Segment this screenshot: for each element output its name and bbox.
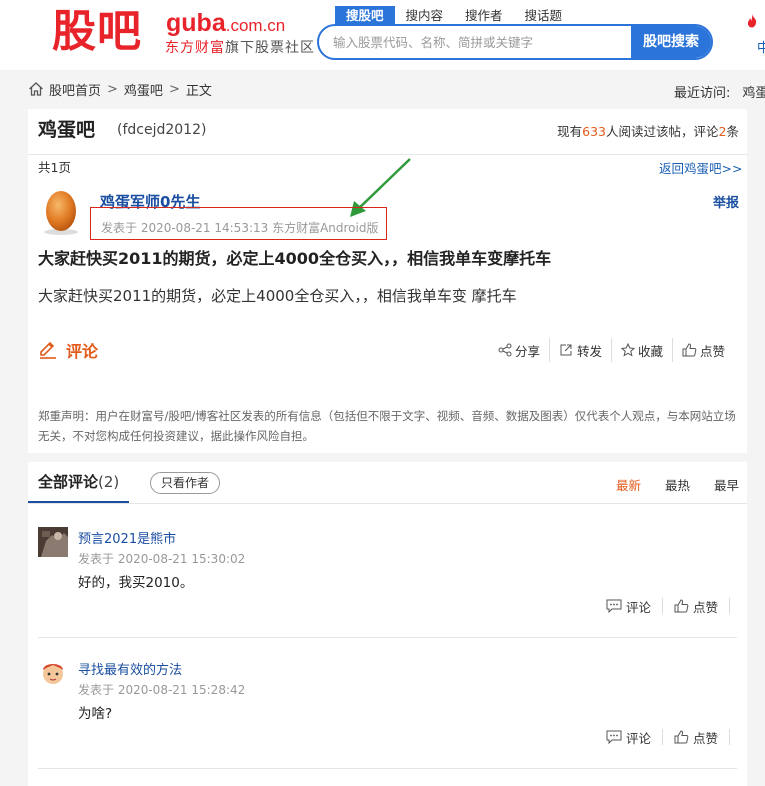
post-stats: 现有633人阅读过该帖，评论2条 [557, 124, 739, 139]
comment-separator [38, 637, 737, 638]
fire-icon[interactable] [746, 14, 758, 32]
pencil-icon [40, 341, 56, 359]
commenter-name[interactable]: 寻找最有效的方法 [78, 659, 182, 678]
reply-button[interactable]: 评论 [595, 729, 664, 746]
sort-latest[interactable]: 最新 [616, 475, 641, 494]
recent-visits: 最近访问: 鸡蛋 [674, 82, 765, 101]
tab-search-topic[interactable]: 搜话题 [514, 6, 574, 25]
comment-separator [38, 768, 737, 769]
author-avatar[interactable] [41, 187, 81, 235]
search-input[interactable] [333, 26, 628, 58]
tab-search-content[interactable]: 搜内容 [395, 6, 455, 25]
logo-subtitle: 东方财富旗下股票社区 [165, 40, 315, 56]
comment-actions: 评论 点赞 [595, 598, 731, 615]
breadcrumb: 股吧首页 > 鸡蛋吧 > 正文 [28, 80, 212, 99]
read-count: 633 [582, 124, 607, 139]
search-box: 股吧搜索 [317, 24, 713, 60]
post-card: 鸡蛋吧 (fdcejd2012) 现有633人阅读过该帖，评论2条 共1页 返回… [28, 109, 747, 453]
forward-button[interactable]: 转发 [550, 338, 613, 362]
breadcrumb-separator: > [107, 81, 118, 97]
commenter-avatar[interactable] [38, 527, 68, 557]
thumbs-up-icon [682, 343, 697, 357]
tab-search-author[interactable]: 搜作者 [454, 6, 514, 25]
comment-time: 发表于 2020-08-21 15:30:02 [78, 552, 246, 566]
search-button[interactable]: 股吧搜索 [631, 26, 711, 58]
logo-guba-cn[interactable]: 股吧 [52, 4, 142, 60]
comment-time: 发表于 2020-08-21 15:28:42 [78, 683, 246, 697]
tab-all-comments[interactable]: 全部评论(2) [28, 462, 130, 503]
post-actions: 分享 转发 收藏 点赞 [489, 338, 734, 362]
report-button[interactable]: 举报 [713, 192, 739, 211]
breadcrumb-bar[interactable]: 鸡蛋吧 [124, 80, 163, 99]
comments-card: 全部评论(2) 只看作者 最新 最热 最早 预言2021是熊市 发表于 2020… [28, 462, 747, 786]
page-count: 共1页 [38, 160, 71, 175]
author-only-toggle[interactable]: 只看作者 [150, 472, 221, 494]
comment-text: 为啥? [78, 706, 113, 722]
star-icon [621, 343, 636, 357]
comment-text: 好的，我买2010。 [78, 575, 194, 591]
like-button[interactable]: 点赞 [663, 729, 731, 746]
breadcrumb-current: 正文 [185, 83, 212, 99]
divider [28, 154, 747, 155]
header-right-link[interactable]: 中 [757, 37, 765, 56]
post-body: 大家赶快买2011的期货，必定上4000全仓买入，，相信我单车变 摩托车 [38, 287, 517, 305]
post-meta: 发表于 2020-08-21 14:53:13 东方财富Android版 [101, 221, 379, 235]
share-button[interactable]: 分享 [489, 338, 551, 362]
forward-icon [560, 344, 572, 356]
disclaimer: 郑重声明：用户在财富号/股吧/博客社区发表的所有信息（包括但不限于文字、视频、音… [38, 409, 736, 443]
like-button[interactable]: 点赞 [673, 338, 734, 362]
bar-title[interactable]: 鸡蛋吧 [38, 117, 95, 143]
commenter-avatar[interactable] [38, 658, 68, 688]
search-tabs: 搜股吧 搜内容 搜作者 搜话题 [335, 6, 573, 25]
reply-button[interactable]: 评论 [595, 598, 664, 615]
tab-search-guba[interactable]: 搜股吧 [335, 6, 395, 25]
home-icon [29, 82, 43, 96]
commenter-name[interactable]: 预言2021是熊市 [78, 528, 176, 547]
thumbs-up-icon [674, 730, 689, 744]
recent-link[interactable]: 鸡蛋 [742, 86, 765, 101]
back-to-bar-link[interactable]: 返回鸡蛋吧>> [659, 158, 742, 177]
like-button[interactable]: 点赞 [663, 598, 731, 615]
recent-label: 最近访问: [674, 86, 731, 101]
comment-actions: 评论 点赞 [595, 729, 731, 746]
divider [28, 503, 747, 504]
comment-bubble-icon [606, 599, 622, 613]
comment-sort-options: 最新 最热 最早 [616, 475, 739, 494]
comment-bubble-icon [606, 730, 622, 744]
post-title: 大家赶快买2011的期货，必定上4000全仓买入，，相信我单车变摩托车 [38, 249, 552, 268]
bar-code: (fdcejd2012) [117, 122, 207, 138]
thumbs-up-icon [674, 599, 689, 613]
logo-guba-domain[interactable]: guba.com.cn [166, 8, 285, 41]
breadcrumb-separator: > [168, 81, 180, 97]
favorite-button[interactable]: 收藏 [612, 338, 674, 362]
write-comment-button[interactable]: 评论 [38, 338, 98, 362]
breadcrumb-home[interactable]: 股吧首页 [49, 80, 101, 99]
sort-hottest[interactable]: 最热 [665, 475, 690, 494]
sort-earliest[interactable]: 最早 [714, 475, 739, 494]
share-icon [498, 343, 512, 357]
site-header: 股吧 guba.com.cn 东方财富旗下股票社区 搜股吧 搜内容 搜作者 搜话… [0, 0, 765, 70]
